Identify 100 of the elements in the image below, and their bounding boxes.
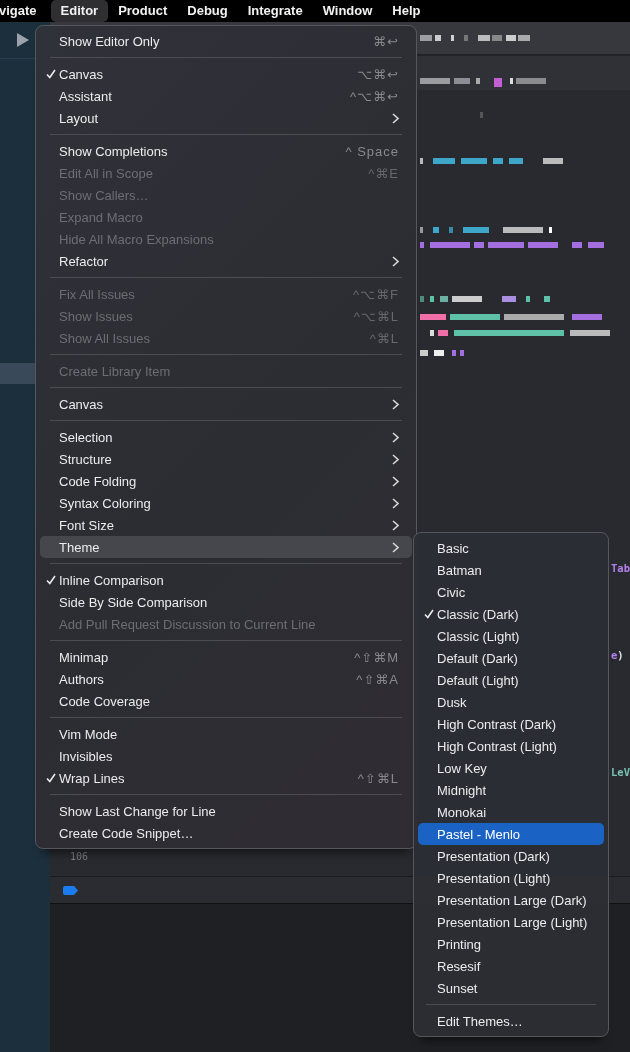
menu-item[interactable]: Show Editor Only ⌘↩ (40, 30, 412, 52)
menu-item-label: Syntax Coloring (59, 495, 152, 511)
keyboard-shortcut: ^⇧⌘M (354, 649, 399, 665)
keyboard-shortcut: ^⌘L (369, 330, 399, 346)
menu-item[interactable]: Classic (Light) (418, 625, 604, 647)
menu-item[interactable]: Presentation (Light) (418, 867, 604, 889)
menu-item[interactable]: Theme (40, 536, 412, 558)
play-icon[interactable] (16, 32, 30, 48)
keyboard-shortcut: ^⌥⌘F (352, 286, 399, 302)
menu-item[interactable]: Basic (418, 537, 604, 559)
menu-item-label: Canvas (59, 396, 105, 412)
menu-item[interactable]: Structure (40, 448, 412, 470)
menu-item[interactable]: Default (Dark) (418, 647, 604, 669)
menu-item-label: Add Pull Request Discussion to Current Line (59, 616, 317, 632)
menu-item[interactable]: Resesif (418, 955, 604, 977)
menu-bar-item[interactable]: Debug (177, 0, 238, 22)
menu-item-label: Civic (437, 584, 467, 600)
menu-item[interactable]: Vim Mode (40, 723, 412, 745)
menu-item[interactable]: Minimap ^⇧⌘M (40, 646, 412, 668)
menu-bar-item[interactable]: Integrate (237, 0, 313, 22)
menu-bar-item[interactable]: Help (382, 0, 431, 22)
menu-item[interactable]: Assistant ^⌥⌘↩ (40, 85, 412, 107)
menu-item[interactable]: Default (Light) (418, 669, 604, 691)
menu-item-label: High Contrast (Dark) (437, 716, 558, 732)
menu-item[interactable]: Low Key (418, 757, 604, 779)
code-text: Tab (611, 562, 630, 574)
menu-item[interactable]: Code Coverage (40, 690, 412, 712)
menu-item-label: Basic (437, 540, 470, 556)
line-number: 106 (70, 851, 89, 862)
menu-item[interactable]: Show Last Change for Line (40, 800, 412, 822)
menu-item[interactable]: Pastel - Menlo (418, 823, 604, 845)
menu-item[interactable]: Invisibles (40, 745, 412, 767)
menu-item-label: Low Key (437, 760, 488, 776)
menu-item-label: Theme (59, 539, 101, 555)
menu-item[interactable]: Code Folding (40, 470, 412, 492)
menu-item-label: High Contrast (Light) (437, 738, 558, 754)
menu-item[interactable]: Syntax Coloring (40, 492, 412, 514)
menu-item[interactable]: Wrap Lines ^⇧⌘L (40, 767, 412, 789)
menu-item[interactable]: Batman (418, 559, 604, 581)
menu-item-label: Hide All Macro Expansions (59, 231, 215, 247)
menu-item-label: Presentation (Dark) (437, 848, 551, 864)
menu-item[interactable]: Presentation Large (Dark) (418, 889, 604, 911)
menu-item-label: Invisibles (59, 748, 114, 764)
menu-item-label: Selection (59, 429, 114, 445)
menu-item[interactable]: Presentation (Dark) (418, 845, 604, 867)
menu-item-label: Vim Mode (59, 726, 119, 742)
menu-item-label: Font Size (59, 517, 115, 533)
menu-item-label: Edit Themes… (437, 1013, 524, 1029)
keyboard-shortcut: ^⇧⌘L (357, 770, 399, 786)
menu-item[interactable]: Sunset (418, 977, 604, 999)
menu-item-label: Presentation (Light) (437, 870, 552, 886)
menu-item[interactable]: Selection (40, 426, 412, 448)
menu-item[interactable]: Refactor (40, 250, 412, 272)
menu-item[interactable]: Authors ^⇧⌘A (40, 668, 412, 690)
menu-item-label: Show Editor Only (59, 33, 161, 49)
menu-item[interactable]: Canvas (40, 393, 412, 415)
menu-item-label: Pastel - Menlo (437, 826, 522, 842)
menu-item[interactable]: Presentation Large (Light) (418, 911, 604, 933)
menu-item[interactable]: Layout (40, 107, 412, 129)
menu-item[interactable]: Civic (418, 581, 604, 603)
code-text: ) (617, 649, 624, 661)
menu-item[interactable]: High Contrast (Dark) (418, 713, 604, 735)
menu-item-label: Assistant (59, 88, 113, 104)
menu-item-label: Dusk (437, 694, 468, 710)
menu-item-label: Show Issues (59, 308, 134, 324)
menu-item-label: Create Library Item (59, 363, 172, 379)
menu-item-label: Classic (Dark) (437, 606, 520, 622)
menu-item[interactable]: Edit Themes… (418, 1010, 604, 1032)
menu-item-label: Printing (437, 936, 483, 952)
menu-item-label: Monokai (437, 804, 488, 820)
menu-item[interactable]: Printing (418, 933, 604, 955)
keyboard-shortcut: ⌥⌘↩ (357, 66, 399, 82)
menu-item-label: Minimap (59, 649, 110, 665)
menu-item[interactable]: High Contrast (Light) (418, 735, 604, 757)
menu-item[interactable]: Side By Side Comparison (40, 591, 412, 613)
menu-item[interactable]: Create Code Snippet… (40, 822, 412, 844)
menu-item-label: Show All Issues (59, 330, 152, 346)
menu-bar-item[interactable]: Window (312, 0, 383, 22)
menu-item-label: Wrap Lines (59, 770, 126, 786)
menu-item[interactable]: Dusk (418, 691, 604, 713)
menu-item-label: Create Code Snippet… (59, 825, 195, 841)
menu-item[interactable]: Font Size (40, 514, 412, 536)
menu-item-label: Code Coverage (59, 693, 152, 709)
menu-item-label: Canvas (59, 66, 105, 82)
menu-bar-item[interactable]: Product (108, 0, 178, 22)
breakpoint-tag-icon[interactable] (63, 885, 78, 895)
menu-item[interactable]: Inline Comparison (40, 569, 412, 591)
menu-item-label: Sunset (437, 980, 479, 996)
menu-item[interactable]: Canvas ⌥⌘↩ (40, 63, 412, 85)
code-text: LeV (611, 766, 630, 778)
code-text: e (611, 649, 618, 661)
menu-item-label: Resesif (437, 958, 482, 974)
menu-item[interactable]: Show Completions ^ Space (40, 140, 412, 162)
menu-item-label: Inline Comparison (59, 572, 165, 588)
menu-bar-item[interactable]: Editor (50, 0, 109, 22)
menu-item[interactable]: Monokai (418, 801, 604, 823)
menu-item[interactable]: Midnight (418, 779, 604, 801)
keyboard-shortcut: ^⌥⌘↩ (350, 88, 399, 104)
menu-item-label: Refactor (59, 253, 110, 269)
menu-item[interactable]: Classic (Dark) (418, 603, 604, 625)
